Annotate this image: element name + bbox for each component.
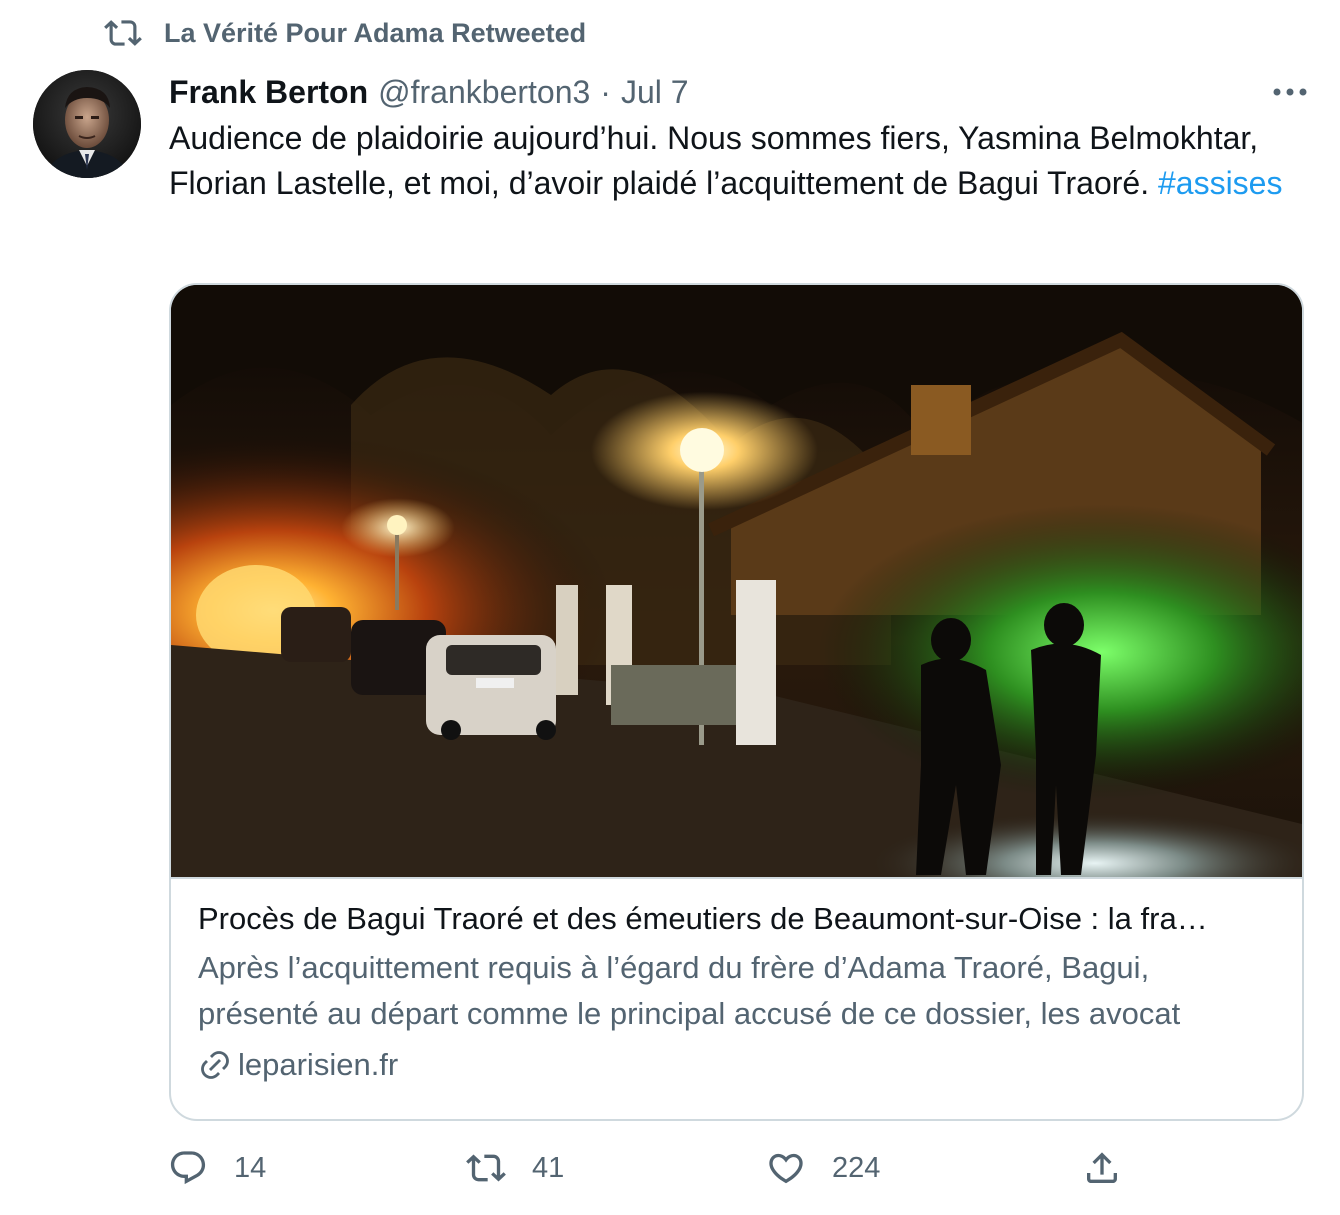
reply-button[interactable]: 14	[168, 1148, 266, 1188]
link-card[interactable]: Procès de Bagui Traoré et des émeutiers …	[169, 283, 1304, 1121]
author-handle[interactable]: @frankberton3	[378, 70, 590, 114]
card-image[interactable]	[171, 285, 1302, 879]
avatar[interactable]	[33, 70, 141, 178]
reply-icon	[170, 1151, 206, 1185]
card-body: Procès de Bagui Traoré et des émeutiers …	[198, 897, 1278, 1087]
avatar-photo	[33, 70, 141, 178]
retweet-count: 41	[532, 1151, 565, 1184]
tweet-text: Audience de plaidoirie aujourd’hui. Nous…	[169, 116, 1299, 206]
hashtag-link[interactable]: #assises	[1158, 165, 1283, 201]
link-icon	[201, 1051, 229, 1079]
tweet-date[interactable]: Jul 7	[621, 70, 689, 114]
share-icon	[1087, 1152, 1117, 1183]
reply-count: 14	[234, 1151, 267, 1184]
more-options-button[interactable]	[1270, 78, 1310, 106]
retweet-icon	[466, 1154, 506, 1182]
tweet-text-body: Audience de plaidoirie aujourd’hui. Nous…	[169, 120, 1259, 201]
retweet-context-label: La Vérité Pour Adama Retweeted	[164, 17, 587, 48]
card-title: Procès de Bagui Traoré et des émeutiers …	[198, 901, 1208, 936]
share-button[interactable]	[1082, 1148, 1122, 1188]
retweet-button[interactable]: 41	[466, 1148, 564, 1188]
like-count: 224	[832, 1151, 881, 1184]
night-street-fire-photo	[171, 285, 1302, 877]
tweet-header: Frank Berton @frankberton3 · Jul 7	[169, 70, 689, 114]
more-icon	[1273, 88, 1307, 96]
card-domain-row: leparisien.fr	[198, 1043, 1278, 1087]
card-description: Après l’acquittement requis à l’égard du…	[198, 950, 1181, 1031]
header-separator: ·	[600, 74, 611, 110]
tweet-actions: 14 41 224	[168, 1148, 1168, 1198]
retweet-context[interactable]: La Vérité Pour Adama Retweeted	[104, 14, 586, 52]
like-button[interactable]: 224	[766, 1148, 880, 1188]
tweet-container: La Vérité Pour Adama Retweeted Frank Ber…	[0, 0, 1340, 1215]
heart-icon	[769, 1153, 803, 1184]
card-domain: leparisien.fr	[238, 1047, 399, 1082]
author-name[interactable]: Frank Berton	[169, 70, 368, 114]
retweet-icon	[104, 20, 142, 46]
